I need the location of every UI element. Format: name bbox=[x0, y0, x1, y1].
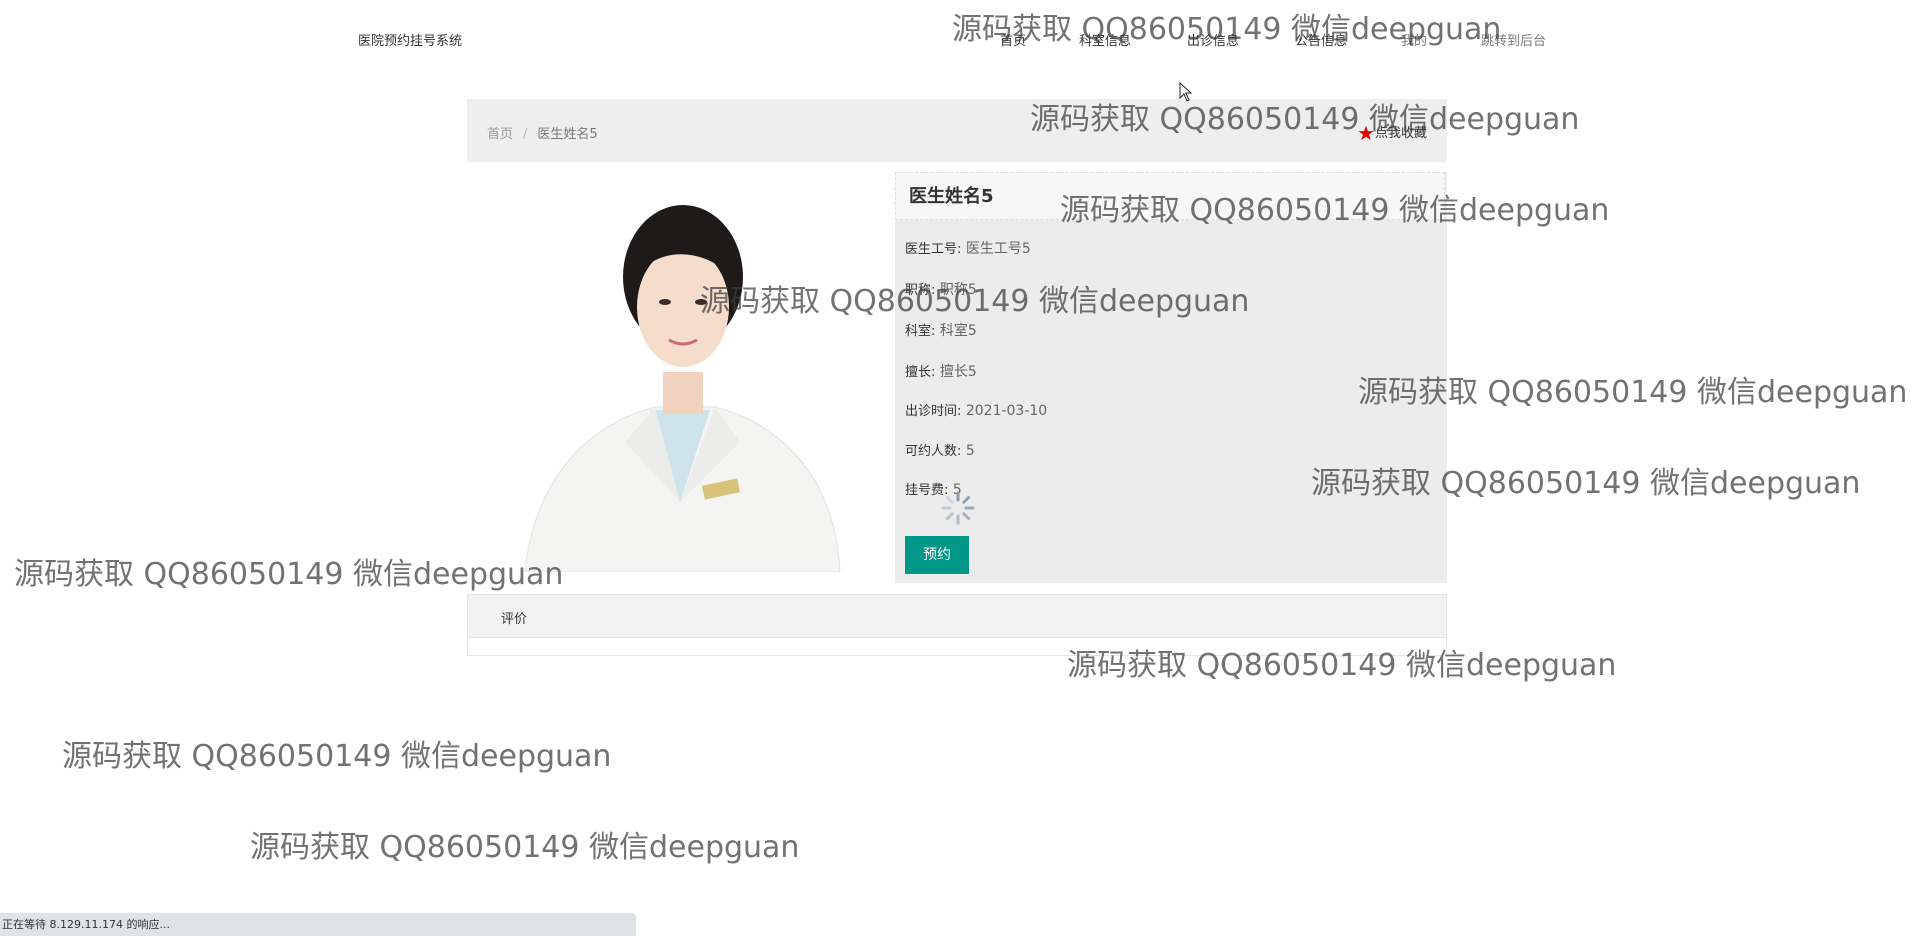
breadcrumb-home[interactable]: 首页 bbox=[487, 127, 513, 142]
star-icon: ★ bbox=[1357, 121, 1375, 145]
info-row-staff-id: 医生工号: 医生工号5 bbox=[905, 238, 1031, 258]
breadcrumb-separator: / bbox=[523, 127, 528, 142]
loading-spinner-icon bbox=[941, 491, 975, 525]
info-key: 医生工号: bbox=[905, 242, 962, 257]
info-value: 职称5 bbox=[939, 282, 977, 298]
watermark: 源码获取 QQ86050149 微信deepguan bbox=[250, 830, 800, 865]
doctor-info-panel: 医生姓名5 医生工号: 医生工号5 职称: 职称5 科室: 科室5 擅长: 擅长… bbox=[895, 172, 1447, 583]
nav-clinic-schedule[interactable]: 出诊信息 bbox=[1187, 30, 1239, 49]
info-value: 医生工号5 bbox=[965, 241, 1031, 257]
info-value: 2021-03-10 bbox=[965, 403, 1048, 419]
review-section: 评价 bbox=[467, 594, 1447, 656]
breadcrumb-current: 医生姓名5 bbox=[537, 127, 598, 142]
review-tab-bar: 评价 bbox=[468, 595, 1446, 638]
book-appointment-button[interactable]: 预约 bbox=[905, 536, 969, 574]
info-key: 出诊时间: bbox=[905, 404, 962, 419]
info-value: 擅长5 bbox=[939, 364, 977, 380]
nav-announcements[interactable]: 公告信息 bbox=[1295, 30, 1347, 49]
info-value: 科室5 bbox=[939, 323, 977, 339]
info-key: 擅长: bbox=[905, 365, 936, 380]
favorite-button[interactable]: ★点我收藏 bbox=[1357, 121, 1427, 145]
nav-admin-link[interactable]: 跳转到后台 bbox=[1481, 30, 1546, 49]
top-nav: 首页 科室信息 出诊信息 公告信息 我的 跳转到后台 bbox=[0, 30, 1914, 50]
watermark: 源码获取 QQ86050149 微信deepguan bbox=[62, 739, 612, 774]
breadcrumb-bar: 首页 / 医生姓名5 ★点我收藏 bbox=[467, 99, 1447, 162]
info-row-title: 职称: 职称5 bbox=[905, 279, 977, 299]
info-key: 职称: bbox=[905, 283, 936, 298]
favorite-label: 点我收藏 bbox=[1374, 126, 1427, 141]
doctor-name: 医生姓名5 bbox=[895, 172, 1445, 220]
info-key: 科室: bbox=[905, 324, 936, 339]
watermark: 源码获取 QQ86050149 微信deepguan bbox=[14, 557, 564, 592]
info-row-department: 科室: 科室5 bbox=[905, 320, 977, 340]
info-row-available-slots: 可约人数: 5 bbox=[905, 440, 975, 459]
nav-departments[interactable]: 科室信息 bbox=[1079, 30, 1131, 49]
info-value: 5 bbox=[965, 443, 975, 459]
breadcrumb: 首页 / 医生姓名5 bbox=[487, 123, 598, 142]
mouse-cursor-icon bbox=[1179, 82, 1193, 102]
info-row-clinic-date: 出诊时间: 2021-03-10 bbox=[905, 400, 1047, 419]
tab-review[interactable]: 评价 bbox=[501, 608, 527, 627]
browser-status-bar: 正在等待 8.129.11.174 的响应... bbox=[0, 913, 636, 936]
info-key: 可约人数: bbox=[905, 444, 962, 459]
nav-home[interactable]: 首页 bbox=[1000, 30, 1026, 49]
nav-mine[interactable]: 我的 bbox=[1401, 30, 1427, 49]
doctor-photo bbox=[505, 172, 845, 572]
info-row-specialty: 擅长: 擅长5 bbox=[905, 361, 977, 381]
